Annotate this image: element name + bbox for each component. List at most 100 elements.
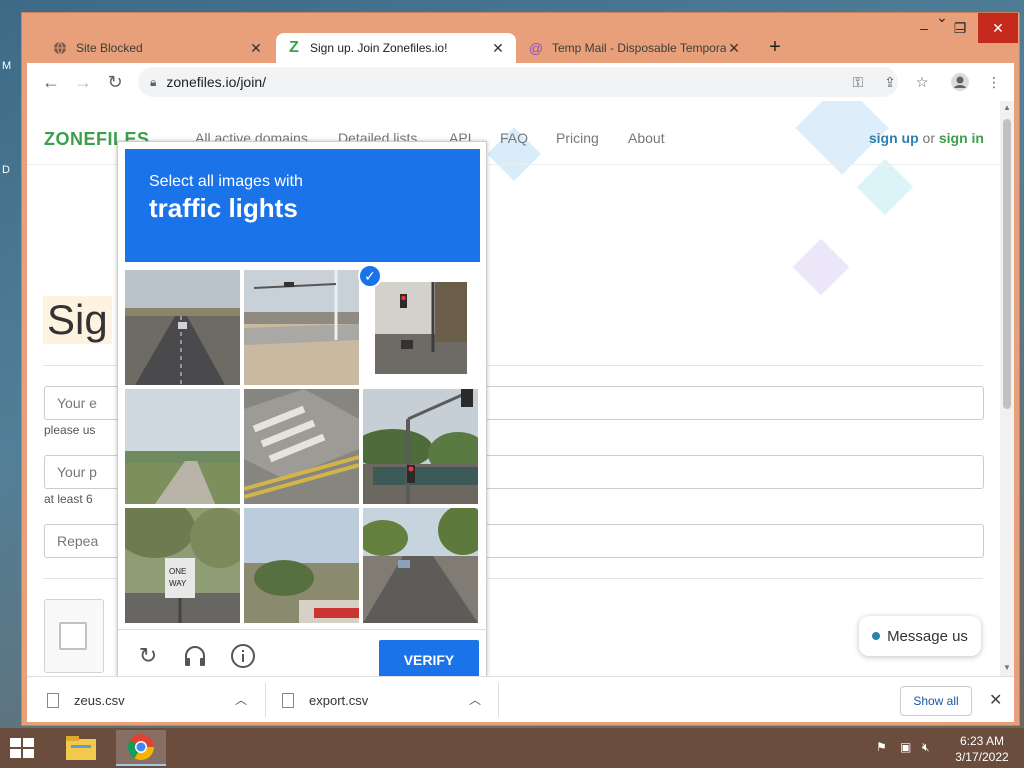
svg-text:ONE: ONE: [169, 567, 186, 576]
email-placeholder: Your e: [57, 395, 97, 411]
download-filename: zeus.csv: [74, 692, 125, 708]
forward-button[interactable]: →: [67, 66, 99, 98]
tab-temp-mail[interactable]: @ Temp Mail - Disposable Tempora ✕: [518, 33, 752, 63]
message-us-button[interactable]: Message us: [859, 616, 981, 656]
verify-button[interactable]: VERIFY: [379, 640, 479, 676]
recaptcha-widget: [44, 599, 104, 673]
reload-challenge-icon[interactable]: ↻: [134, 642, 162, 670]
captcha-instruction: Select all images with: [149, 173, 303, 190]
key-icon[interactable]: ⚿: [847, 71, 869, 93]
info-icon[interactable]: [229, 642, 257, 670]
restore-button[interactable]: ❐: [942, 13, 978, 43]
tile-traffic-light-pole[interactable]: [363, 389, 478, 504]
tile-road-car[interactable]: [125, 270, 240, 385]
lock-icon: 🔒︎: [150, 74, 157, 89]
tile-rural-road[interactable]: [125, 389, 240, 504]
close-tab-icon[interactable]: ✕: [726, 40, 742, 57]
email-hint: please us: [44, 423, 96, 437]
tab-site-blocked[interactable]: Site Blocked ✕: [42, 33, 274, 63]
file-explorer-taskbar-icon[interactable]: [56, 730, 106, 766]
scroll-down-arrow-icon[interactable]: ▼: [1003, 663, 1011, 672]
tab-zonefiles-signup[interactable]: Z Sign up. Join Zonefiles.io! ✕: [276, 33, 516, 63]
system-clock[interactable]: 6:23 AM 3/17/2022: [952, 733, 1012, 765]
tile-one-way-sign[interactable]: ONE WAY: [125, 508, 240, 623]
downloads-bar: zeus.csv ︿ export.csv ︿ Show all ✕: [27, 676, 1014, 722]
file-icon: [47, 692, 59, 708]
network-icon[interactable]: ▣: [900, 740, 911, 754]
divider: [498, 683, 499, 717]
svg-text:WAY: WAY: [169, 579, 187, 588]
tile-residential-street[interactable]: [363, 508, 478, 623]
chrome-taskbar-icon[interactable]: [116, 730, 166, 766]
scroll-thumb[interactable]: [1003, 119, 1011, 409]
profile-icon[interactable]: [949, 71, 971, 93]
chevron-up-icon[interactable]: ︿: [235, 691, 247, 708]
captcha-header: Select all images with traffic lights: [125, 149, 480, 262]
back-button[interactable]: ←: [35, 66, 67, 98]
selected-check-icon: ✓: [358, 264, 382, 288]
tile-traffic-light-street[interactable]: [363, 270, 478, 385]
bookmark-star-icon[interactable]: ☆: [911, 71, 933, 93]
recaptcha-checkbox[interactable]: [59, 622, 87, 650]
nav-pricing[interactable]: Pricing: [556, 130, 599, 146]
volume-muted-icon[interactable]: 🔇︎: [922, 740, 930, 755]
captcha-target: traffic lights: [149, 193, 298, 223]
show-all-button[interactable]: Show all: [900, 686, 972, 716]
zonefiles-icon: Z: [289, 39, 299, 56]
captcha-challenge: Select all images with traffic lights ✓ …: [117, 141, 488, 676]
share-icon[interactable]: ⇪: [879, 71, 901, 93]
tile-crosswalk[interactable]: [244, 389, 359, 504]
new-tab-button[interactable]: +: [765, 36, 785, 59]
minimize-button[interactable]: –: [906, 13, 942, 43]
tab-strip: Site Blocked ✕ Z Sign up. Join Zonefiles…: [22, 9, 1019, 63]
url-text: zonefiles.io/join/: [166, 74, 267, 90]
address-bar[interactable]: 🔒︎ zonefiles.io/join/: [138, 67, 898, 97]
globe-icon: [52, 40, 68, 56]
decor-diamond: [792, 238, 850, 296]
browser-toolbar: ← → ↻ 🔒︎ zonefiles.io/join/ ⚿ ⇪ ☆ ⋮: [27, 63, 1014, 101]
close-tab-icon[interactable]: ✕: [490, 40, 506, 57]
download-item-zeus[interactable]: zeus.csv: [47, 677, 125, 723]
sign-up-link[interactable]: sign up: [869, 130, 919, 146]
message-us-label: Message us: [887, 627, 968, 645]
chat-dot-icon: [872, 632, 881, 640]
decor-diamond: [856, 158, 914, 216]
page-title: Sig: [43, 296, 112, 344]
tile-intersection[interactable]: [244, 270, 359, 385]
or-text: or: [922, 130, 935, 146]
close-window-button[interactable]: ✕: [978, 13, 1018, 43]
browser-window: Site Blocked ✕ Z Sign up. Join Zonefiles…: [21, 9, 1020, 726]
page-scrollbar[interactable]: ▲ ▼: [1000, 101, 1014, 676]
taskbar: ⚑ ▣ 🔇︎ 6:23 AM 3/17/2022: [0, 728, 1024, 768]
password-placeholder: Your p: [57, 464, 97, 480]
tab-label: Site Blocked: [76, 41, 143, 55]
page-viewport: ZONEFILES All active domains Detailed li…: [27, 101, 1014, 676]
sign-in-link[interactable]: sign in: [939, 130, 984, 146]
download-item-export[interactable]: export.csv: [282, 677, 368, 723]
auth-links: sign up or sign in: [869, 130, 984, 146]
tab-label: Sign up. Join Zonefiles.io!: [310, 41, 448, 55]
chevron-up-icon[interactable]: ︿: [469, 691, 481, 708]
tab-label: Temp Mail - Disposable Tempora: [552, 41, 726, 55]
menu-kebab-icon[interactable]: ⋮: [983, 71, 1005, 93]
reload-button[interactable]: ↻: [99, 66, 131, 98]
start-button[interactable]: [8, 736, 36, 760]
password-hint: at least 6: [44, 492, 93, 506]
nav-faq[interactable]: FAQ: [500, 130, 528, 146]
clock-date: 3/17/2022: [955, 750, 1009, 764]
captcha-footer: ↻ VERIFY: [118, 629, 488, 676]
desktop-icon-label: M: [2, 60, 12, 72]
action-center-flag-icon[interactable]: ⚑: [876, 740, 887, 754]
close-tab-icon[interactable]: ✕: [248, 40, 264, 57]
nav-about[interactable]: About: [628, 130, 665, 146]
scroll-up-arrow-icon[interactable]: ▲: [1003, 103, 1011, 112]
clock-time: 6:23 AM: [959, 734, 1005, 748]
repeat-password-placeholder: Repea: [57, 533, 99, 549]
tile-hillside-town[interactable]: [244, 508, 359, 623]
close-downloads-icon[interactable]: ✕: [989, 690, 1002, 710]
desktop-icon-label: D: [2, 164, 10, 176]
divider: [265, 683, 266, 717]
at-icon: @: [528, 40, 544, 56]
audio-challenge-icon[interactable]: [181, 642, 209, 670]
file-icon: [282, 692, 294, 708]
